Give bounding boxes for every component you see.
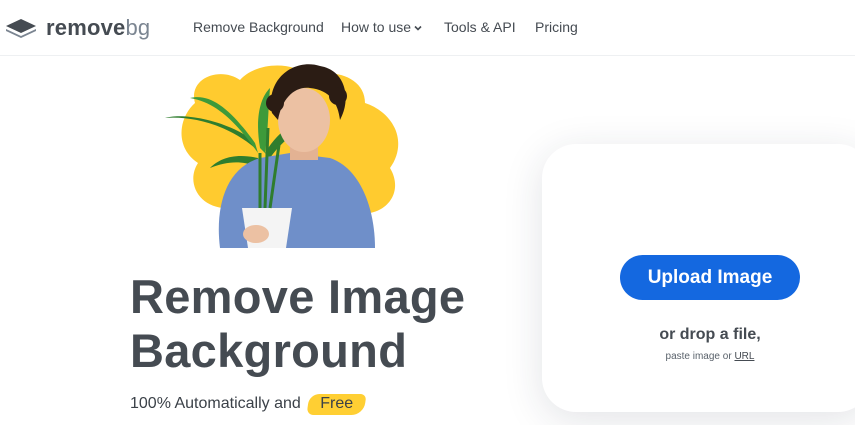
drop-file-text: or drop a file, [659,326,761,343]
logo-text-main: remove [46,15,126,40]
chevron-down-icon [414,26,422,31]
hero-person-with-plant-image [165,64,399,248]
top-navigation-bar: removebg Remove Background How to use To… [0,0,855,56]
removebg-logo[interactable]: removebg [4,14,150,42]
free-highlight-badge: Free [308,393,365,415]
page-title-line1: Remove Image [130,270,466,323]
url-link[interactable]: URL [734,351,754,362]
page-title-line2: Background [130,324,408,377]
hero-subtitle: 100% Automatically and Free [130,393,365,415]
logo-text-accent: bg [125,15,151,40]
page-title: Remove Image Background [130,270,465,378]
nav-how-to-use[interactable]: How to use [341,19,423,35]
layers-logo-icon [6,19,36,38]
upload-card[interactable]: Upload Image or drop a file, paste image… [542,144,855,412]
nav-remove-background[interactable]: Remove Background [193,19,324,35]
logo-wordmark: removebg [46,15,150,41]
paste-hint-prefix: paste image or [665,351,732,362]
upload-image-button[interactable]: Upload Image [620,255,800,300]
nav-how-to-use-label: How to use [341,19,412,35]
paste-hint: paste image or URL [542,351,855,362]
subtitle-prefix: 100% Automatically and [130,395,301,412]
nav-tools-api[interactable]: Tools & API [444,19,516,35]
nav-pricing[interactable]: Pricing [535,19,578,35]
